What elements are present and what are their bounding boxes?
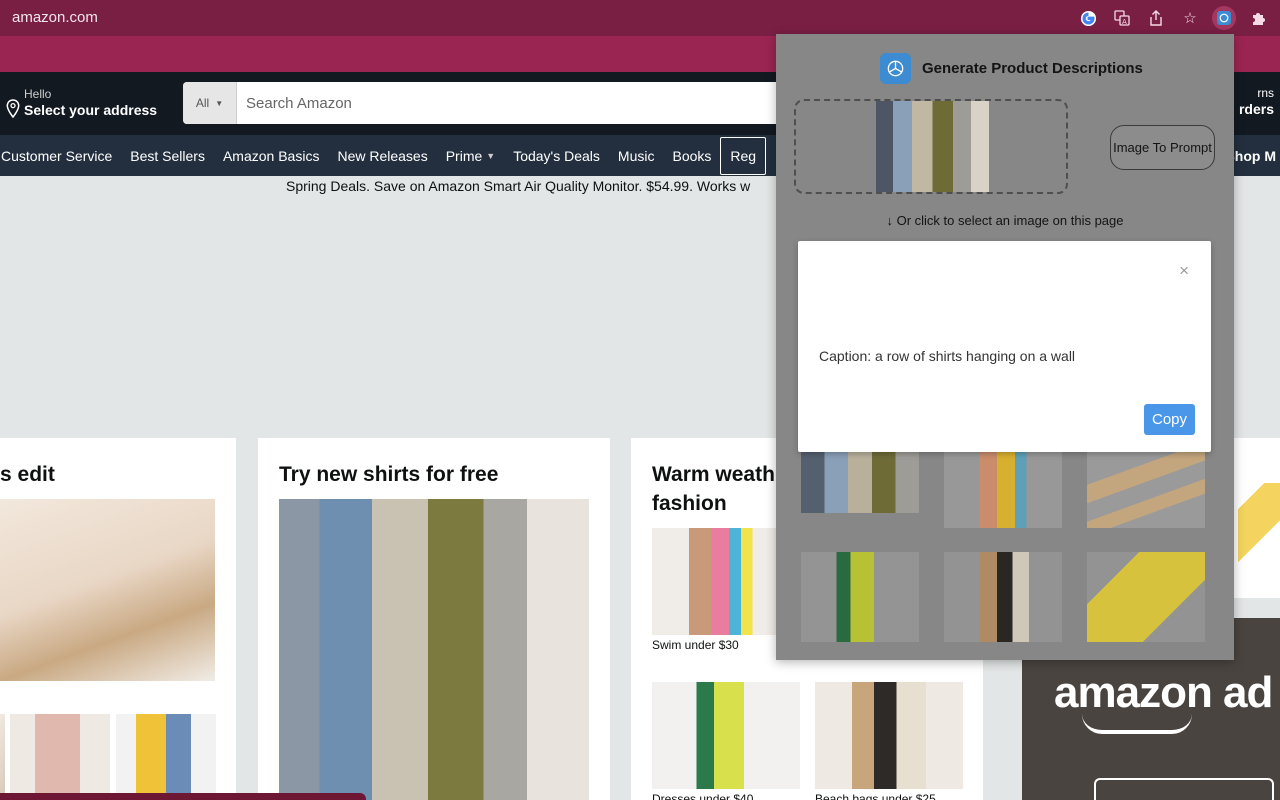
- popup-title: Generate Product Descriptions: [922, 60, 1143, 77]
- nav-books[interactable]: Books: [663, 135, 720, 176]
- returns-and-orders[interactable]: rns rders: [1239, 86, 1274, 118]
- product-image[interactable]: [815, 682, 963, 789]
- image-dropzone[interactable]: [794, 99, 1068, 194]
- image-to-prompt-button[interactable]: Image To Prompt: [1110, 125, 1215, 170]
- product-thumb[interactable]: [0, 714, 5, 800]
- promo-banner[interactable]: Spring Deals. Save on Amazon Smart Air Q…: [286, 178, 750, 194]
- page-image-option[interactable]: [944, 448, 1062, 528]
- close-icon[interactable]: ×: [1179, 261, 1189, 281]
- product-caption[interactable]: Dresses under $40: [652, 792, 753, 800]
- browser-toolbar: amazon.com A ☆: [0, 0, 1280, 36]
- address-bar[interactable]: amazon.com: [12, 9, 98, 26]
- star-icon[interactable]: ☆: [1178, 6, 1202, 30]
- card-gift-edge: [1234, 438, 1280, 598]
- search-bar: All ▼: [183, 82, 803, 124]
- browser-actions: A ☆: [1076, 6, 1270, 30]
- ads-wordmark: amazon ad: [1054, 668, 1273, 717]
- copy-button[interactable]: Copy: [1144, 404, 1195, 435]
- deliver-to-address[interactable]: Hello Select your address: [6, 87, 157, 119]
- page-image-option[interactable]: [801, 448, 919, 513]
- amazon-smile-logo: [1082, 714, 1192, 734]
- product-caption[interactable]: Swim under $30: [652, 638, 739, 652]
- product-image[interactable]: [652, 682, 800, 789]
- location-pin-icon: [6, 99, 20, 119]
- nav-new-releases[interactable]: New Releases: [328, 135, 436, 176]
- search-input[interactable]: [237, 82, 803, 124]
- product-caption[interactable]: Beach bags under $25: [815, 792, 936, 800]
- translate-icon[interactable]: A: [1110, 6, 1134, 30]
- extension-popup: Generate Product Descriptions Image To P…: [776, 34, 1234, 660]
- card-title: Warm weath fashion: [652, 460, 775, 518]
- openai-logo-icon: [880, 53, 911, 84]
- google-icon[interactable]: [1076, 6, 1100, 30]
- page-image-option[interactable]: [1087, 448, 1205, 528]
- caption-text: Caption: a row of shirts hanging on a wa…: [819, 348, 1076, 364]
- nav-prime-label: Prime: [445, 147, 483, 164]
- caption-dialog: × Caption: a row of shirts hanging on a …: [798, 241, 1211, 452]
- svg-text:A: A: [1122, 18, 1127, 26]
- orders-label: rders: [1238, 101, 1274, 117]
- page-image-option[interactable]: [1087, 552, 1205, 642]
- address-select: Select your address: [24, 102, 158, 118]
- ads-button[interactable]: [1094, 778, 1274, 800]
- search-scope-dropdown[interactable]: All ▼: [183, 82, 237, 124]
- popup-header: Generate Product Descriptions: [880, 53, 1143, 84]
- nav-music[interactable]: Music: [609, 135, 664, 176]
- card-title: s edit: [0, 463, 55, 486]
- nav-todays-deals[interactable]: Today's Deals: [504, 135, 609, 176]
- nav-registry[interactable]: Reg: [720, 136, 767, 175]
- card-title: Try new shirts for free: [279, 463, 499, 486]
- product-thumb[interactable]: [10, 714, 110, 800]
- card-try-shirts: Try new shirts for free: [258, 438, 610, 800]
- chevron-down-icon: ▼: [215, 98, 224, 108]
- product-image[interactable]: [279, 499, 589, 800]
- puzzle-icon[interactable]: [1246, 6, 1270, 30]
- address-hello: Hello: [24, 87, 52, 101]
- card-title-line1: Warm weath: [652, 463, 775, 486]
- page-image-option[interactable]: [944, 552, 1062, 642]
- nav-best-sellers[interactable]: Best Sellers: [121, 135, 214, 176]
- returns-label: rns: [1257, 86, 1274, 100]
- nav-customer-service[interactable]: Customer Service: [0, 135, 121, 176]
- share-icon[interactable]: [1144, 6, 1168, 30]
- select-image-hint: ↓ Or click to select an image on this pa…: [886, 213, 1124, 228]
- card-title-line2: fashion: [652, 492, 727, 515]
- page-image-option[interactable]: [801, 552, 919, 642]
- caret-down-icon: ▼: [486, 150, 496, 161]
- selected-image-thumbnail: [876, 101, 989, 192]
- nav-prime[interactable]: Prime ▼: [437, 135, 504, 176]
- product-thumb[interactable]: [116, 714, 216, 800]
- gift-image[interactable]: [1238, 483, 1280, 573]
- product-image[interactable]: [0, 499, 215, 681]
- nav-amazon-basics[interactable]: Amazon Basics: [214, 135, 328, 176]
- card-edit: s edit: [0, 438, 236, 800]
- search-scope-label: All: [195, 96, 210, 110]
- bottom-bar: [0, 793, 366, 800]
- extension-active-icon[interactable]: [1212, 6, 1236, 30]
